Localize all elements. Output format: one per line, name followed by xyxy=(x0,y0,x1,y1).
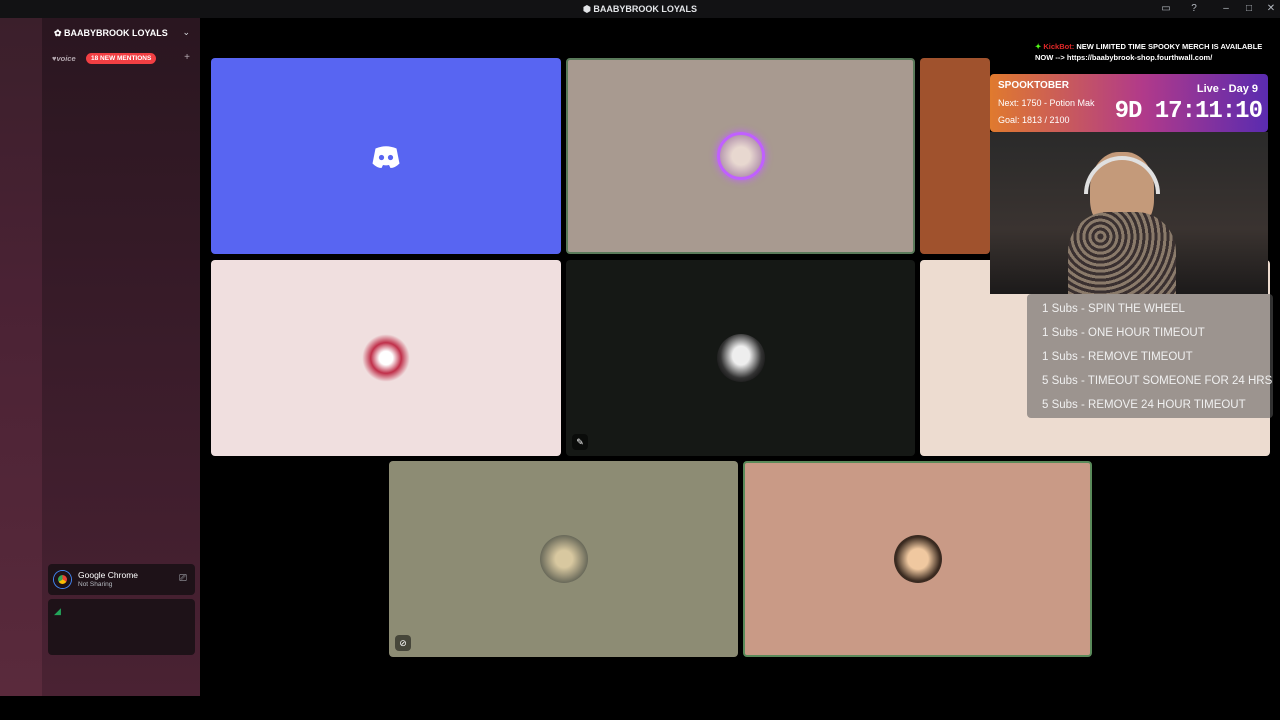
sub-rewards-list: 1 Subs - SPIN THE WHEEL 1 Subs - ONE HOU… xyxy=(1027,294,1273,418)
video-tile-sam-the-seed[interactable] xyxy=(743,461,1092,657)
window-title: ⬢ BAABYBROOK LOYALS xyxy=(582,4,698,14)
reward-4: 5 Subs - TIMEOUT SOMEONE FOR 24 HRS xyxy=(1042,375,1273,387)
reward-5: 5 Subs - REMOVE 24 HOUR TIMEOUT xyxy=(1042,399,1246,411)
video-tile-kingtutt[interactable]: ✎ xyxy=(566,260,915,456)
spooktober-goal-banner: SPOOKTOBER Next: 1750 - Potion Mak Goal:… xyxy=(990,74,1268,132)
reward-3: 1 Subs - REMOVE TIMEOUT xyxy=(1042,351,1193,363)
avatar xyxy=(716,132,765,180)
help-icon[interactable]: ? xyxy=(1187,2,1201,16)
next-goal: Next: 1750 - Potion Mak xyxy=(998,98,1095,108)
video-tile-dagoat[interactable] xyxy=(566,58,915,254)
minimize-button[interactable]: – xyxy=(1219,2,1233,16)
streamer-body xyxy=(1068,212,1176,294)
avatar xyxy=(362,334,410,382)
server-rail xyxy=(0,18,42,696)
server-icon: ✿ xyxy=(54,28,65,38)
inbox-icon[interactable]: ▭ xyxy=(1159,2,1173,16)
muted-mic-icon: ✎ xyxy=(572,434,588,450)
chrome-icon xyxy=(54,571,71,588)
share-screen-icon[interactable]: ⎚ xyxy=(179,573,187,584)
title-bar: ⬢ BAABYBROOK LOYALS ▭ ? – □ ✕ xyxy=(0,0,1280,18)
video-tile-rosie-posie[interactable]: ⊘ xyxy=(389,461,738,657)
avatar xyxy=(539,535,588,583)
app-status: Not Sharing xyxy=(78,581,113,588)
reward-2: 1 Subs - ONE HOUR TIMEOUT xyxy=(1042,327,1205,339)
server-name[interactable]: ✿ BAABYBROOK LOYALS xyxy=(54,28,168,39)
close-button[interactable]: ✕ xyxy=(1264,2,1278,16)
kickbot-ticker: ✦ KickBot: NEW LIMITED TIME SPOOKY MERCH… xyxy=(1035,42,1263,62)
headphones-icon xyxy=(1084,156,1160,194)
maximize-button[interactable]: □ xyxy=(1242,2,1256,16)
signal-icon: ◢ xyxy=(54,606,61,616)
chevron-down-icon[interactable]: ⌄ xyxy=(182,27,190,38)
avatar xyxy=(893,535,942,583)
avatar xyxy=(716,334,765,382)
add-channel-icon[interactable]: + xyxy=(184,52,190,63)
live-day: Live - Day 9 xyxy=(1196,83,1258,95)
spooktober-title: SPOOKTOBER xyxy=(998,80,1069,91)
video-tile-alex[interactable] xyxy=(211,58,561,254)
app-name: Google Chrome xyxy=(78,570,139,580)
reward-1: 1 Subs - SPIN THE WHEEL xyxy=(1042,303,1185,315)
category-voice[interactable]: ♥voice xyxy=(52,54,76,63)
voice-panel: ◢ xyxy=(48,599,195,655)
muted-mic-icon: ⊘ xyxy=(395,635,411,651)
countdown-timer: 9D 17:11:10 xyxy=(1114,98,1263,125)
discord-icon: ⬢ xyxy=(582,4,594,14)
video-tile-driftbeast[interactable] xyxy=(920,58,990,254)
discord-logo-icon xyxy=(372,146,400,168)
video-tile-kars[interactable] xyxy=(211,260,561,456)
new-mentions-badge[interactable]: 18 NEW MENTIONS xyxy=(86,53,157,64)
activity-panel: Google Chrome Not Sharing ⎚ xyxy=(48,564,195,595)
goal-progress: Goal: 1813 / 2100 xyxy=(998,115,1070,125)
streamer-webcam xyxy=(990,132,1268,294)
